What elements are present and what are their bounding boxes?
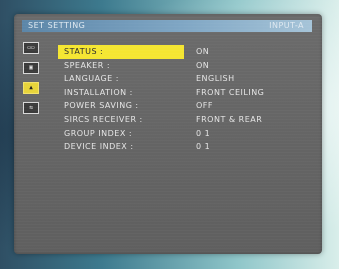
menu-item-value: ON (196, 60, 210, 70)
settings-menu: STATUS : ON SPEAKER : ON LANGUAGE : ENGL… (56, 45, 316, 154)
menu-item-installation[interactable]: INSTALLATION : FRONT CEILING (56, 86, 316, 100)
input-indicator: INPUT-A (269, 21, 304, 30)
menu-category-icons: ▭▭ ▣ ▲ ⇆ (23, 42, 45, 122)
image-icon[interactable]: ▣ (23, 62, 39, 74)
menu-item-label: DEVICE INDEX : (64, 142, 134, 152)
menu-item-language[interactable]: LANGUAGE : ENGLISH (56, 72, 316, 86)
menu-item-label: INSTALLATION : (64, 87, 133, 97)
menu-title-bar: SET SETTING INPUT-A (22, 20, 312, 32)
menu-item-value: OFF (196, 101, 213, 111)
input-icon[interactable]: ⇆ (23, 102, 39, 114)
menu-item-sircs-receiver[interactable]: SIRCS RECEIVER : FRONT & REAR (56, 113, 316, 127)
osd-menu-screen: SET SETTING INPUT-A ▭▭ ▣ ▲ ⇆ STATUS : ON… (14, 14, 322, 254)
menu-item-status[interactable]: STATUS : ON (56, 45, 316, 59)
menu-item-label: POWER SAVING : (64, 101, 139, 111)
set-setting-icon[interactable]: ▲ (23, 82, 39, 94)
menu-item-speaker[interactable]: SPEAKER : ON (56, 59, 316, 73)
menu-title: SET SETTING (28, 21, 86, 30)
menu-item-group-index[interactable]: GROUP INDEX : 0 1 (56, 127, 316, 141)
picture-icon[interactable]: ▭▭ (23, 42, 39, 54)
menu-item-label: SIRCS RECEIVER : (64, 114, 143, 124)
menu-item-label: GROUP INDEX : (64, 128, 133, 138)
menu-item-label: SPEAKER : (64, 60, 111, 70)
menu-item-value: FRONT CEILING (196, 87, 265, 97)
menu-item-value: ON (196, 47, 210, 56)
menu-item-label: STATUS : (58, 45, 184, 59)
menu-item-value: ENGLISH (196, 74, 235, 84)
menu-item-label: LANGUAGE : (64, 74, 119, 84)
menu-item-value: 0 1 (196, 142, 211, 152)
menu-item-value: 0 1 (196, 128, 211, 138)
menu-item-value: FRONT & REAR (196, 114, 263, 124)
menu-item-device-index[interactable]: DEVICE INDEX : 0 1 (56, 140, 316, 154)
menu-item-power-saving[interactable]: POWER SAVING : OFF (56, 99, 316, 113)
